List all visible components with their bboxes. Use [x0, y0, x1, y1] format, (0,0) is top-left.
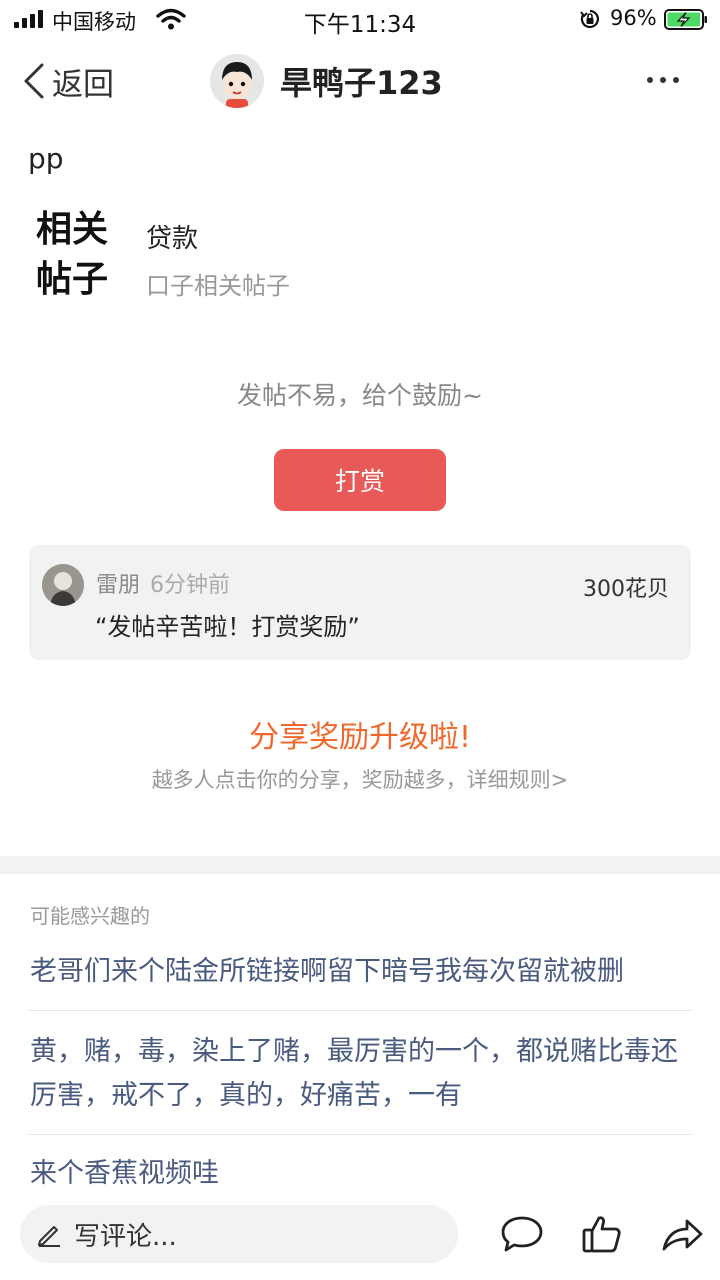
- comment-icon[interactable]: [500, 1212, 544, 1256]
- related-posts-title: 相关帖子: [36, 208, 109, 300]
- reward-record: 雷朋 6分钟前 300花贝 “发帖辛苦啦！打赏奖励”: [29, 545, 691, 660]
- battery-percent: 96%: [610, 6, 657, 30]
- reward-amount: 300花贝: [583, 577, 669, 602]
- orientation-lock-icon: [580, 9, 599, 29]
- author-avatar[interactable]: [210, 54, 264, 108]
- status-bar: 中国移动 下午11:34 96%: [0, 0, 720, 40]
- reward-user-name[interactable]: 雷朋: [96, 567, 140, 599]
- recommended-post[interactable]: 黄，赌，毒，染上了赌，最厉害的一个，都说赌比毒还厉害，戒不了，真的，好痛苦，一有: [30, 1030, 690, 1118]
- more-icon[interactable]: [644, 68, 684, 92]
- divider: [29, 1134, 691, 1135]
- related-subtitle[interactable]: 口子相关帖子: [146, 266, 290, 301]
- avatar[interactable]: [42, 564, 84, 606]
- like-icon[interactable]: [580, 1212, 624, 1256]
- comment-placeholder: 写评论...: [74, 1221, 177, 1252]
- battery-icon: [664, 9, 707, 30]
- section-divider: [0, 856, 720, 874]
- pencil-icon: [38, 1226, 60, 1247]
- post-content: pp: [28, 142, 64, 175]
- author-name[interactable]: 旱鸭子123: [280, 58, 443, 104]
- share-rules-link[interactable]: 越多人点击你的分享，奖励越多，详细规则>: [0, 764, 720, 794]
- divider: [29, 1010, 691, 1011]
- avatar-photo-icon: [42, 564, 84, 606]
- chevron-left-icon: [24, 63, 44, 99]
- avatar-cartoon-icon: [210, 54, 264, 108]
- back-label: 返回: [52, 66, 114, 103]
- encourage-text: 发帖不易，给个鼓励~: [237, 381, 483, 410]
- back-button[interactable]: 返回: [22, 60, 114, 103]
- share-icon[interactable]: [660, 1212, 704, 1256]
- recommended-post[interactable]: 老哥们来个陆金所链接啊留下暗号我每次留就被删: [30, 950, 690, 994]
- reward-time: 6分钟前: [150, 573, 230, 598]
- reward-message: “发帖辛苦啦！打赏奖励”: [95, 613, 360, 641]
- recommended-post[interactable]: 来个香蕉视频哇: [30, 1152, 690, 1196]
- comment-input[interactable]: 写评论...: [20, 1205, 458, 1263]
- interest-heading: 可能感兴趣的: [30, 904, 150, 928]
- related-tag[interactable]: 贷款: [146, 218, 198, 255]
- share-reward-title: 分享奖励升级啦!: [248, 720, 472, 755]
- reward-button[interactable]: 打赏: [274, 449, 446, 511]
